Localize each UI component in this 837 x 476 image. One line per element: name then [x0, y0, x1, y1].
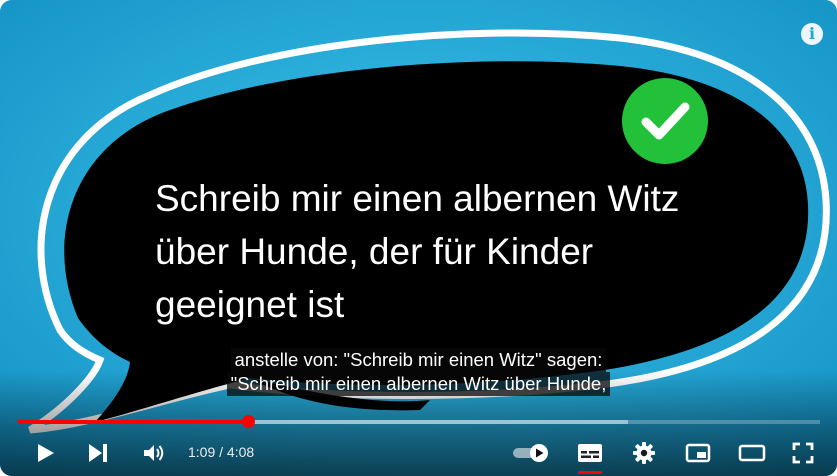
control-bar: 1:09 / 4:08 [0, 432, 837, 475]
checkmark-icon [641, 102, 690, 140]
subtitles-icon [578, 444, 602, 462]
slide-line: Schreib mir einen albernen Witz [155, 178, 680, 219]
autoplay-toggle[interactable] [512, 443, 550, 463]
play-button[interactable] [36, 442, 56, 464]
captions-window: anstelle von: "Schreib mir einen Witz" s… [0, 348, 837, 396]
slide-line: über Hunde, der für Kinder [155, 231, 594, 272]
miniplayer-icon [685, 443, 711, 463]
progress-played [18, 420, 249, 424]
miniplayer-button[interactable] [684, 441, 712, 465]
duration: 4:08 [226, 444, 255, 460]
progress-scrubber[interactable] [241, 415, 255, 428]
autoplay-toggle-icon [513, 444, 548, 462]
settings-button[interactable] [632, 441, 656, 465]
fullscreen-button[interactable] [791, 441, 815, 465]
play-icon [38, 444, 54, 462]
next-icon [89, 444, 107, 462]
info-icon[interactable]: i [801, 23, 823, 45]
current-time: 1:09 [188, 444, 216, 460]
progress-bar[interactable] [18, 415, 820, 428]
caption-line: "Schreib mir einen albernen Witz über Hu… [226, 372, 611, 396]
next-button[interactable] [88, 443, 110, 463]
settings-gear-icon [633, 442, 655, 464]
subtitles-button[interactable] [576, 441, 604, 475]
volume-button[interactable] [142, 441, 166, 465]
slide-text: Schreib mir einen albernen Witz über Hun… [155, 172, 755, 331]
theater-mode-icon [738, 444, 766, 462]
green-check-badge [622, 78, 708, 164]
video-player[interactable]: Schreib mir einen albernen Witz über Hun… [0, 0, 837, 476]
time-display: 1:09 / 4:08 [188, 444, 254, 460]
subtitles-active-indicator [578, 471, 602, 474]
time-separator: / [215, 444, 227, 460]
theater-mode-button[interactable] [737, 441, 767, 465]
fullscreen-icon [792, 442, 814, 464]
volume-icon [144, 445, 164, 461]
slide-line: geeignet ist [155, 284, 345, 325]
caption-line: anstelle von: "Schreib mir einen Witz" s… [230, 348, 607, 372]
